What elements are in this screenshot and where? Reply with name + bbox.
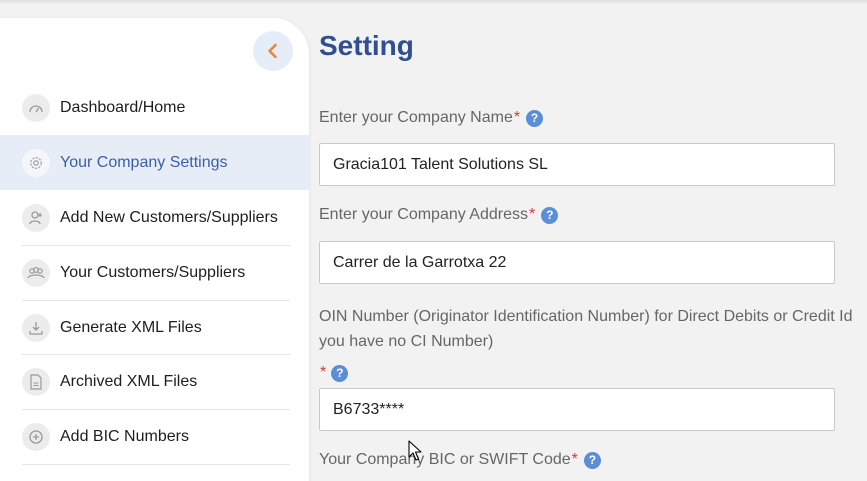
sidebar-item-label: Your Company Settings [60,153,228,171]
company-address-input[interactable]: Carrer de la Garrotxa 22 [319,241,835,284]
input-value: B6733**** [333,400,405,418]
page-title: Setting [319,30,414,61]
oin-input[interactable]: B6733**** [319,388,835,431]
gauge-icon [22,93,50,122]
field-label-text: Your Company BIC or SWIFT Code [319,451,571,468]
input-value: Gracia101 Talent Solutions SL [333,155,548,173]
sidebar-item-label: Add New Customers/Suppliers [60,208,278,226]
bic-label: Your Company BIC or SWIFT Code *? [319,451,601,469]
sidebar-item-label: Generate XML Files [60,318,202,336]
chevron-left-icon [268,43,277,59]
sidebar-item-archived-xml[interactable]: Archived XML Files [0,354,309,409]
plus-circle-icon [22,422,50,451]
input-value: Carrer de la Garrotxa 22 [333,253,507,271]
oin-label: *? [319,364,349,382]
sidebar-item-add-bic[interactable]: Add BIC Numbers [0,409,309,464]
field-label-text: Enter your Company Name [319,109,513,126]
users-icon [22,258,50,287]
sidebar-item-add-customers[interactable]: Add New Customers/Suppliers [0,190,309,245]
oin-description: OIN Number (Originator Identification Nu… [319,304,867,354]
company-address-label: Enter your Company Address *? [319,206,559,224]
sidebar-item-label: Your Customers/Suppliers [60,263,246,281]
required-asterisk: * [529,206,536,223]
file-icon [22,367,50,396]
oin-description-line-1: OIN Number (Originator Identification Nu… [319,308,853,325]
field-label-text: Enter your Company Address [319,206,528,223]
help-icon[interactable]: ? [541,206,559,224]
collapse-sidebar-button[interactable] [253,31,293,71]
sidebar-item-dashboard[interactable]: Dashboard/Home [0,80,309,135]
company-name-input[interactable]: Gracia101 Talent Solutions SL [319,143,835,186]
mouse-cursor-icon [408,440,422,461]
help-icon[interactable]: ? [331,364,349,382]
top-shadow [0,0,867,4]
divider [22,464,290,465]
sidebar-item-label: Archived XML Files [60,372,198,390]
sidebar-item-company-settings[interactable]: Your Company Settings [0,135,309,190]
user-add-icon [22,203,50,232]
help-icon[interactable]: ? [583,451,601,469]
help-icon[interactable]: ? [526,109,544,127]
gear-icon [22,148,50,177]
sidebar-item-label: Dashboard/Home [60,98,186,116]
sidebar-item-label: Add BIC Numbers [60,427,189,445]
download-icon [22,313,50,342]
sidebar: Dashboard/Home Your Company Settings Add… [0,18,309,481]
oin-description-line-2: you have no CI Number) [319,333,494,350]
required-asterisk: * [513,109,521,126]
company-name-label: Enter your Company Name *? [319,109,544,127]
required-asterisk: * [571,451,578,468]
sidebar-item-generate-xml[interactable]: Generate XML Files [0,300,309,355]
required-asterisk: * [320,364,327,381]
sidebar-item-customers[interactable]: Your Customers/Suppliers [0,245,309,300]
